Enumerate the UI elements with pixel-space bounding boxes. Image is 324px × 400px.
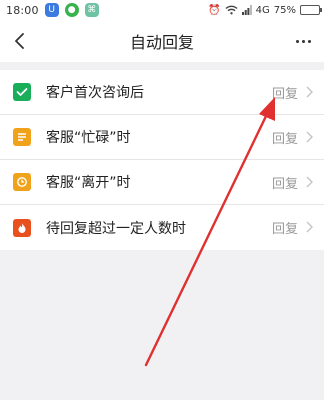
chevron-right-icon — [306, 131, 313, 143]
back-button[interactable] — [8, 29, 32, 53]
more-dot-icon — [307, 39, 311, 43]
lines-icon — [13, 128, 31, 146]
chevron-left-icon — [15, 33, 24, 49]
list-item-first-consult[interactable]: 客户首次咨询后 回复 — [0, 70, 324, 115]
shield-icon: U — [44, 3, 59, 17]
list-item-label: 客服“忙碌”时 — [46, 130, 131, 146]
chevron-right-icon — [306, 176, 313, 188]
auto-reply-list: 客户首次咨询后 回复 客服“忙碌”时 回复 客服“离开”时 回复 待回复超过一定… — [0, 70, 324, 250]
more-options-button[interactable] — [290, 29, 316, 53]
list-item-label: 待回复超过一定人数时 — [46, 220, 186, 237]
app-notification-icon: ⌘ — [84, 3, 99, 17]
status-time: 18:00 — [6, 3, 39, 17]
reply-status: 回复 — [271, 222, 298, 237]
signal-icon — [241, 5, 252, 15]
flame-icon — [13, 218, 31, 237]
check-icon — [13, 83, 31, 101]
status-right: ⏰ 4G 75% — [208, 4, 322, 16]
alarm-icon: ⏰ — [208, 4, 221, 16]
page-title: 自动回复 — [129, 33, 194, 52]
more-dot-icon — [295, 39, 299, 43]
chevron-right-icon — [306, 86, 313, 98]
chevron-right-icon — [306, 221, 313, 233]
wifi-icon — [225, 5, 238, 15]
list-item-queue-exceeded[interactable]: 待回复超过一定人数时 回复 — [0, 205, 324, 250]
title-bar: 自动回复 — [0, 20, 324, 62]
list-item-busy[interactable]: 客服“忙碌”时 回复 — [0, 115, 324, 160]
reply-status: 回复 — [271, 131, 298, 147]
network-type: 4G — [255, 4, 270, 16]
more-dot-icon — [301, 39, 305, 43]
reply-status: 回复 — [271, 176, 298, 192]
status-bar: 18:00 U ● ⌘ ⏰ 4G 75% — [0, 0, 324, 20]
battery-icon — [300, 5, 322, 15]
reply-status: 回复 — [271, 86, 298, 102]
list-item-label: 客服“离开”时 — [46, 175, 131, 191]
chat-app-icon: ● — [64, 3, 79, 17]
clock-icon — [13, 173, 31, 191]
list-item-away[interactable]: 客服“离开”时 回复 — [0, 160, 324, 205]
battery-text: 75% — [273, 4, 296, 16]
list-item-label: 客户首次咨询后 — [46, 85, 144, 101]
